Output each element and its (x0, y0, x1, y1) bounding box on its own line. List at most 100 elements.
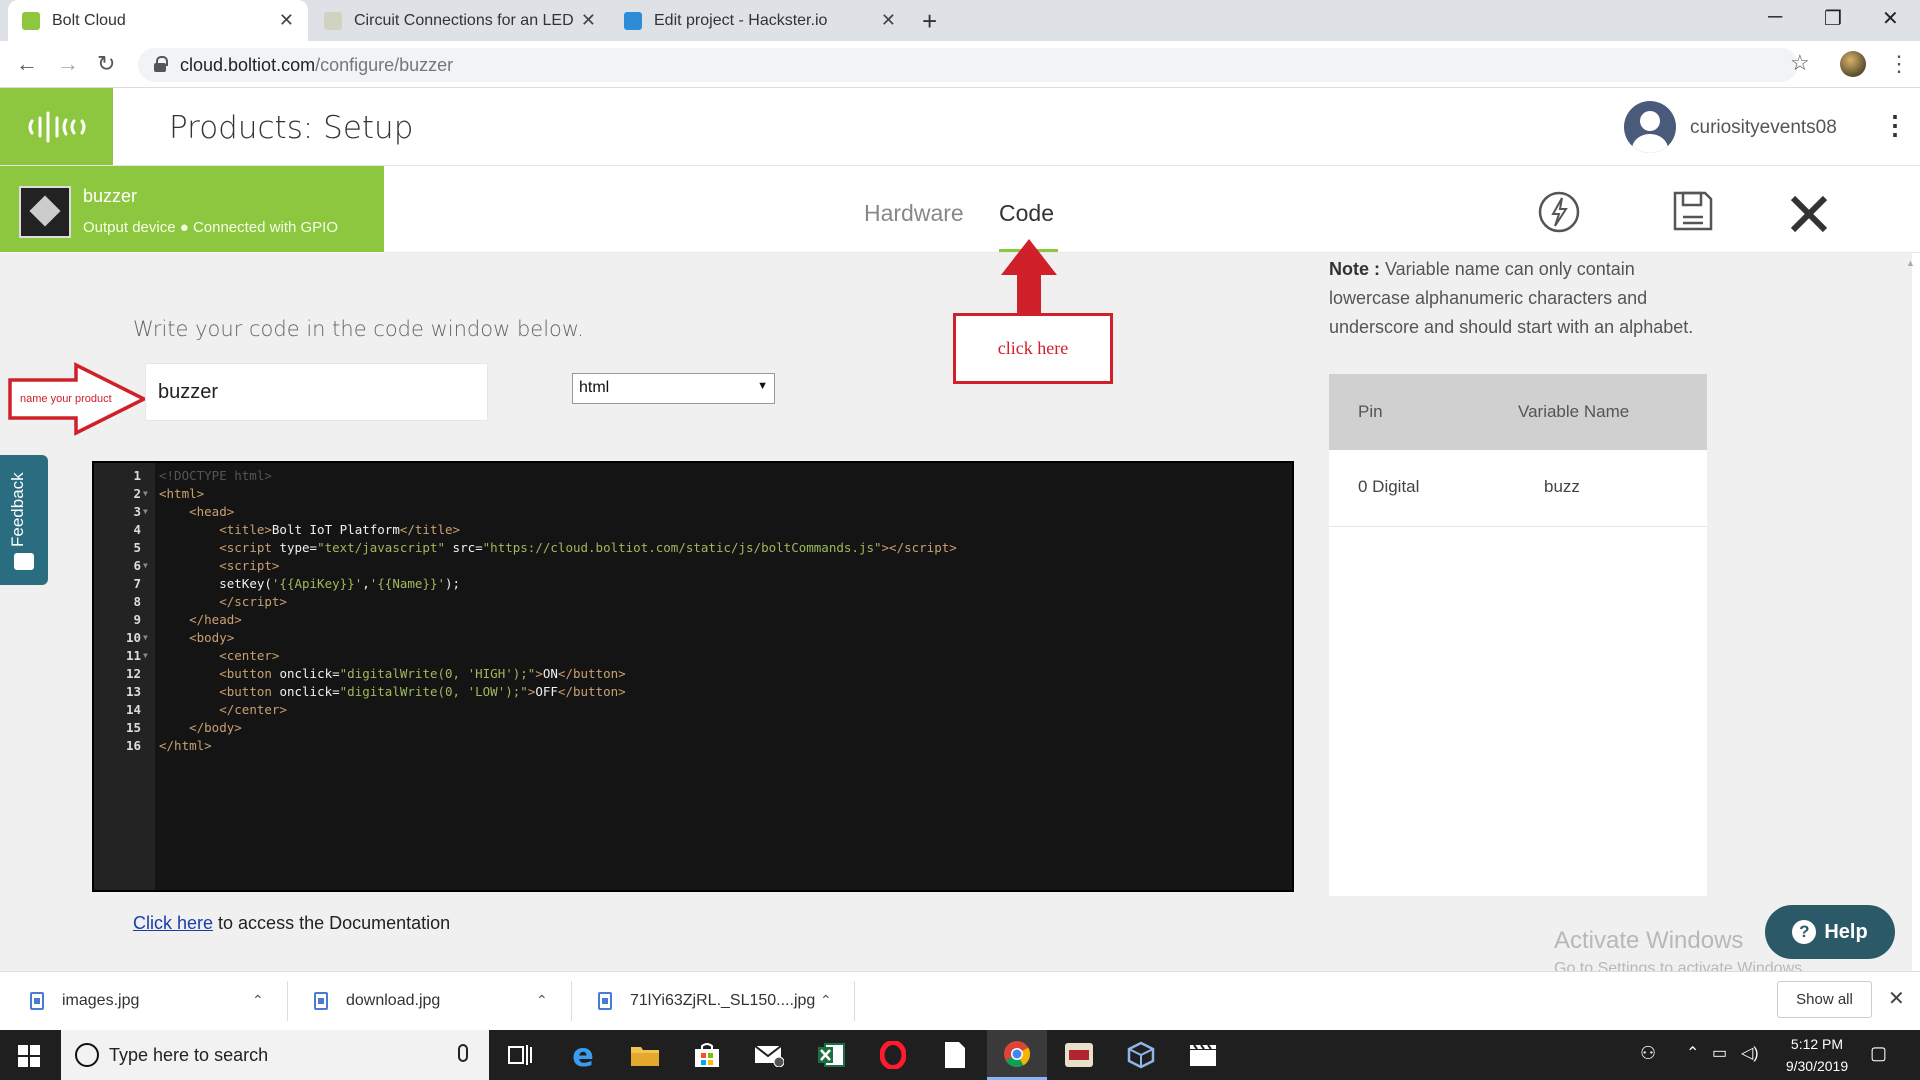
documentation-line: Click here to access the Documentation (133, 913, 450, 934)
chrome-icon[interactable] (987, 1030, 1047, 1080)
close-icon[interactable] (1789, 194, 1829, 239)
fold-arrow-icon[interactable]: ▼ (143, 485, 148, 503)
task-view-icon[interactable] (490, 1030, 550, 1080)
close-window-button[interactable]: ✕ (1882, 6, 1899, 31)
download-separator (854, 981, 855, 1021)
code-line[interactable]: 2 ▼ <html> (94, 485, 1292, 503)
line-number: 12 (125, 666, 141, 681)
code-line[interactable]: 15 </body> (94, 719, 1292, 737)
more-options-icon[interactable]: ⋮ (1882, 112, 1908, 138)
scroll-up-arrow-icon[interactable]: ▲ (1906, 258, 1915, 268)
taskbar-clock[interactable]: 5:12 PM 9/30/2019 (1772, 1033, 1862, 1077)
code-line[interactable]: 6 ▼ <script> (94, 557, 1292, 575)
new-tab-button[interactable]: + (922, 6, 937, 37)
download-item[interactable]: download.jpg ⌃ (314, 971, 564, 1030)
tray-chevron-up-icon[interactable]: ⌃ (1686, 1043, 1699, 1063)
feedback-label[interactable]: Feedback (8, 470, 38, 550)
code-editor[interactable]: 1 <!DOCTYPE html> 2 ▼ <html> 3 ▼ <head> 4 <titl… (92, 461, 1294, 892)
microphone-icon[interactable] (458, 1044, 468, 1062)
annotation-click-here-box: click here (953, 313, 1113, 384)
tab-close-icon[interactable]: ✕ (881, 10, 896, 31)
user-avatar[interactable] (1624, 101, 1676, 153)
code-line[interactable]: 12 <button onclick="digitalWrite(0, 'HIG… (94, 665, 1292, 683)
deploy-icon[interactable] (1537, 190, 1581, 239)
browser-menu-icon[interactable]: ⋮ (1888, 51, 1910, 77)
tab-title: Edit project - Hackster.io (654, 11, 828, 29)
fold-arrow-icon[interactable]: ▼ (143, 647, 148, 665)
fold-arrow-icon[interactable]: ▼ (143, 503, 148, 521)
code-line[interactable]: 7 setKey('{{ApiKey}}','{{Name}}'); (94, 575, 1292, 593)
url-input[interactable]: cloud.boltiot.com/configure/buzzer (138, 48, 1798, 82)
download-item[interactable]: images.jpg ⌃ (30, 971, 280, 1030)
chevron-up-icon[interactable]: ⌃ (252, 992, 264, 1009)
code-line[interactable]: 13 <button onclick="digitalWrite(0, 'LOW… (94, 683, 1292, 701)
code-line[interactable]: 11 ▼ <center> (94, 647, 1292, 665)
tab-hardware[interactable]: Hardware (864, 200, 964, 227)
people-icon[interactable]: ⚇ (1640, 1043, 1656, 1064)
mail-icon[interactable] (739, 1030, 799, 1080)
network-icon[interactable]: ▭ (1712, 1043, 1727, 1063)
language-select-value: html (579, 379, 610, 396)
code-line[interactable]: 16 </html> (94, 737, 1292, 755)
code-line[interactable]: 3 ▼ <head> (94, 503, 1292, 521)
windows-start-icon[interactable] (18, 1045, 40, 1067)
file-explorer-icon[interactable] (615, 1030, 675, 1080)
tab-close-icon[interactable]: ✕ (279, 10, 294, 31)
browser-tab-bolt-cloud[interactable]: Bolt Cloud ✕ (8, 0, 308, 41)
code-line[interactable]: 10 ▼ <body> (94, 629, 1292, 647)
code-line[interactable]: 8 </script> (94, 593, 1292, 611)
fold-arrow-icon[interactable]: ▼ (143, 557, 148, 575)
code-text: <html> (159, 486, 205, 501)
minimize-button[interactable]: ─ (1768, 6, 1782, 29)
bolt-logo[interactable] (0, 88, 113, 165)
video-editor-icon[interactable] (1173, 1030, 1233, 1080)
bookmark-star-icon[interactable]: ☆ (1790, 50, 1810, 76)
table-row[interactable]: 0 Digital buzz (1329, 450, 1707, 527)
show-all-button[interactable]: Show all (1777, 981, 1872, 1018)
code-line[interactable]: 1 <!DOCTYPE html> (94, 467, 1292, 485)
user-name[interactable]: curiosityevents08 (1690, 117, 1837, 139)
tab-close-icon[interactable]: ✕ (581, 10, 596, 31)
forward-button[interactable]: → (57, 51, 79, 77)
download-item[interactable]: 71lYi63ZjRL._SL150....jpg ⌃ (598, 971, 848, 1030)
edge-browser-icon[interactable]: e (553, 1030, 613, 1080)
chevron-up-icon[interactable]: ⌃ (536, 992, 548, 1009)
opera-icon[interactable] (863, 1030, 923, 1080)
chevron-up-icon[interactable]: ⌃ (820, 992, 832, 1009)
code-line[interactable]: 4 <title>Bolt IoT Platform</title> (94, 521, 1292, 539)
browser-tab-circuit[interactable]: Circuit Connections for an LED | E ✕ (310, 0, 610, 41)
close-download-bar-icon[interactable]: ✕ (1888, 986, 1905, 1011)
line-number: 1 (133, 468, 141, 483)
virtualbox-icon[interactable] (1111, 1030, 1171, 1080)
product-name-input[interactable] (145, 363, 488, 421)
code-line[interactable]: 5 <script type="text/javascript" src="ht… (94, 539, 1292, 557)
save-icon[interactable] (1672, 190, 1714, 237)
fold-arrow-icon[interactable]: ▼ (143, 629, 148, 647)
document-icon[interactable] (925, 1030, 985, 1080)
reload-button[interactable]: ↻ (97, 51, 115, 77)
volume-icon[interactable]: ◁) (1741, 1043, 1759, 1063)
hackster-favicon-icon (624, 11, 642, 30)
back-button[interactable]: ← (16, 51, 38, 77)
restore-button[interactable]: ❐ (1824, 6, 1842, 31)
download-filename: images.jpg (62, 991, 140, 1009)
tally-icon[interactable] (1049, 1030, 1109, 1080)
notifications-icon[interactable]: ▢ (1870, 1043, 1887, 1064)
excel-icon[interactable] (801, 1030, 861, 1080)
bolt-wave-icon (28, 111, 85, 142)
help-button[interactable]: ? Help (1765, 905, 1895, 959)
feedback-smiley-icon[interactable] (14, 553, 34, 570)
store-icon[interactable] (677, 1030, 737, 1080)
code-text: <button onclick="digitalWrite(0, 'HIGH')… (219, 666, 626, 681)
code-line[interactable]: 14 </center> (94, 701, 1292, 719)
language-select[interactable]: html ▼ (572, 373, 775, 404)
browser-profile-avatar[interactable] (1840, 51, 1866, 77)
variable-cell[interactable]: buzz (1544, 477, 1580, 497)
code-lines[interactable]: 1 <!DOCTYPE html> 2 ▼ <html> 3 ▼ <head> 4 <titl… (94, 467, 1292, 755)
code-line[interactable]: 9 </head> (94, 611, 1292, 629)
taskbar-search[interactable]: Type here to search (61, 1030, 489, 1080)
tab-code[interactable]: Code (999, 200, 1054, 227)
browser-tab-hackster[interactable]: Edit project - Hackster.io ✕ (610, 0, 910, 41)
documentation-link[interactable]: Click here (133, 913, 213, 933)
product-description: Output device ● Connected with GPIO (83, 219, 339, 236)
